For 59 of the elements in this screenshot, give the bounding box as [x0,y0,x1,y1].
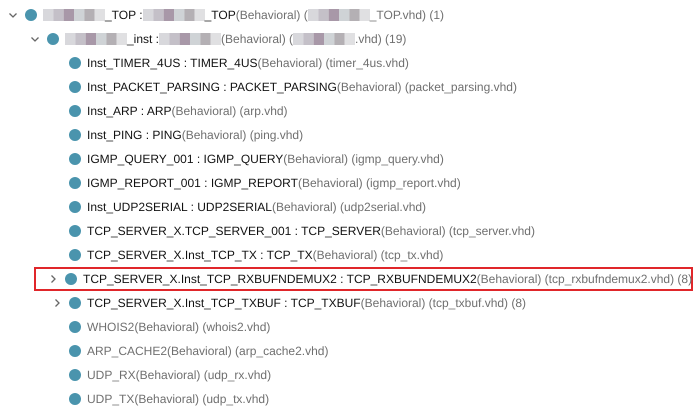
module-dot-icon [69,249,81,261]
redaction-mosaic-drawing [65,32,127,46]
module-dot-icon [69,177,81,189]
module-name: TCP_SERVER_X.Inst_TCP_TX : TCP_TX [87,248,313,262]
module-info: (Behavioral) (igmp_report.vhd) [298,176,461,190]
chevron-down-icon[interactable] [30,34,40,44]
redaction-mosaic-drawing [308,8,370,22]
module-name: TCP_SERVER_X.TCP_SERVER_001 : TCP_SERVER [87,224,381,238]
module-info: (Behavioral) (packet_parsing.vhd) [336,80,517,94]
module-dot-icon [69,153,81,165]
module-info: (Behavioral) ( [221,32,294,46]
module-info: (Behavioral) (ping.vhd) [182,128,304,142]
module-info: (Behavioral) (tcp_txbuf.vhd) (8) [360,296,526,310]
module-name: Inst_UDP2SERIAL : UDP2SERIAL [87,200,272,214]
module-dot-icon [69,129,81,141]
module-dot-icon [69,345,81,357]
module-dot-icon [69,297,81,309]
module-info: .vhd) (19) [355,32,406,46]
module-name: IGMP_REPORT_001 : IGMP_REPORT [87,176,298,190]
module-info: WHOIS2(Behavioral) (whois2.vhd) [87,320,270,334]
module-dot-icon [69,105,81,117]
module-info: _TOP.vhd) (1) [370,8,444,22]
redaction-mosaic-drawing [159,32,222,46]
module-dot-icon [25,9,37,21]
module-info: (Behavioral) (igmp_query.vhd) [283,152,444,166]
module-name: _inst : [127,32,160,46]
module-name: Inst_PING : PING [87,128,182,142]
module-name: _TOP : [105,8,143,22]
module-dot-icon [69,369,81,381]
module-name: Inst_ARP : ARP [87,104,172,118]
module-info: (Behavioral) (udp2serial.vhd) [272,200,426,214]
module-name: Inst_TIMER_4US : TIMER_4US [87,56,258,70]
redaction-mosaic-drawing [293,32,356,46]
chevron-down-icon[interactable] [8,10,18,20]
module-dot-icon [69,225,81,237]
module-name: TCP_SERVER_X.Inst_TCP_TXBUF : TCP_TXBUF [87,296,361,310]
module-info: (Behavioral) ( [236,8,308,22]
module-name: Inst_PACKET_PARSING : PACKET_PARSING [87,80,337,94]
module-info: (Behavioral) (tcp_tx.vhd) [312,248,444,262]
chevron-right-icon[interactable] [48,274,58,284]
module-dot-icon [65,273,77,285]
redaction-mosaic-drawing [43,8,105,22]
module-dot-icon [69,321,81,333]
module-dot-icon [47,33,59,45]
module-name: TCP_SERVER_X.Inst_TCP_RXBUFNDEMUX2 : TCP_RXBUFNDEMUX2 [83,272,477,286]
module-info: UDP_TX(Behavioral) (udp_tx.vhd) [87,392,270,406]
module-info: UDP_RX(Behavioral) (udp_rx.vhd) [87,368,272,382]
module-dot-icon [69,57,81,69]
module-name: _TOP [204,8,236,22]
module-dot-icon [69,81,81,93]
module-dot-icon [69,201,81,213]
module-info: (Behavioral) (arp.vhd) [172,104,288,118]
redaction-mosaic-drawing [142,8,205,22]
module-dot-icon [69,393,81,405]
module-info: (Behavioral) (timer_4us.vhd) [258,56,409,70]
chevron-right-icon[interactable] [52,298,62,308]
module-info: (Behavioral) (tcp_server.vhd) [380,224,535,238]
module-name: IGMP_QUERY_001 : IGMP_QUERY [87,152,284,166]
module-info: ARP_CACHE2(Behavioral) (arp_cache2.vhd) [87,344,328,358]
